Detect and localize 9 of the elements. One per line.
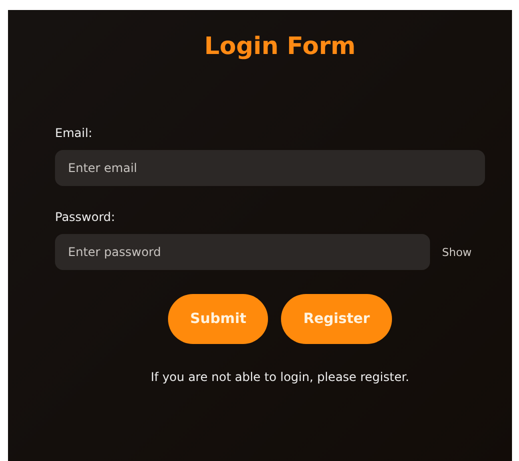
input-field[interactable]: Enter email — [55, 150, 485, 186]
input-field[interactable]: Enter password — [55, 234, 430, 270]
register-button[interactable]: Register — [281, 294, 392, 344]
submit-button[interactable]: Submit — [168, 294, 268, 344]
field-label: Password: — [55, 210, 116, 224]
register-hint: If you are not able to login, please register. — [150, 370, 410, 384]
form-title: Login Form — [203, 32, 357, 60]
field-label: Email: — [55, 126, 94, 140]
show-password-link[interactable]: Show — [442, 246, 472, 258]
